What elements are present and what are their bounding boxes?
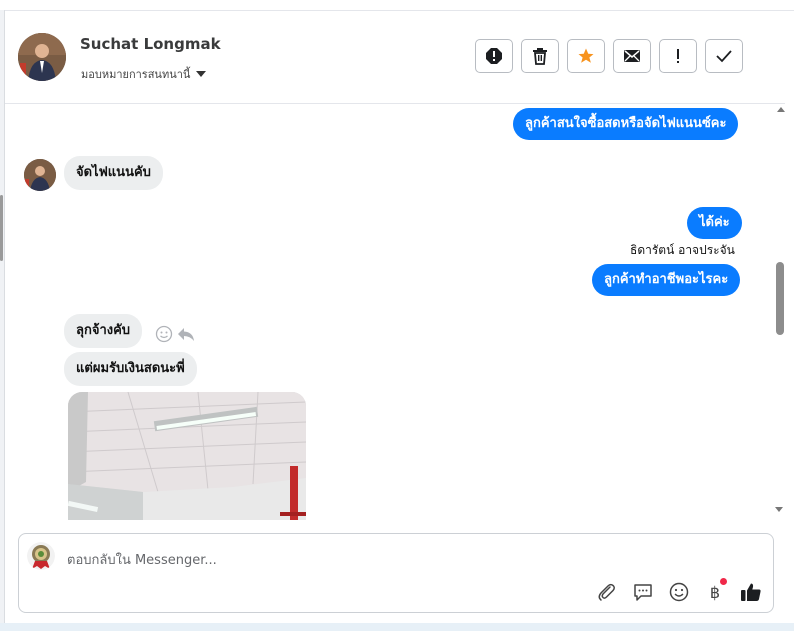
message-outgoing[interactable]: ได้ค่ะ (687, 207, 742, 239)
contact-avatar-small[interactable] (24, 159, 56, 191)
resize-handle[interactable] (0, 195, 3, 261)
scroll-up-arrow[interactable] (777, 107, 785, 112)
reply-icon[interactable] (177, 326, 195, 342)
caret-down-icon (196, 71, 207, 77)
message-incoming[interactable]: แต่ผมรับเงินสดนะพี่ (64, 352, 197, 386)
reply-input[interactable]: ตอบกลับใน Messenger... (67, 549, 217, 570)
payment-button[interactable]: ฿ (703, 578, 727, 604)
attach-icon (598, 583, 615, 601)
attach-button[interactable] (595, 580, 619, 604)
assign-label: มอบหมายการสนทนานี้ (81, 68, 191, 81)
message-incoming[interactable]: จัดไฟแนนคับ (64, 156, 163, 190)
follow-up-button[interactable] (659, 39, 697, 73)
message-sender-name: ธิดารัตน์ อาจประจัน (630, 243, 735, 257)
like-button[interactable] (739, 580, 763, 604)
scroll-down-arrow[interactable] (775, 507, 783, 512)
conversation-header: Suchat Longmak มอบหมายการสนทนานี้ (5, 11, 785, 104)
emoji-button[interactable] (667, 580, 691, 604)
baht-icon: ฿ (709, 582, 721, 602)
delete-button[interactable] (521, 39, 559, 73)
message-outgoing[interactable]: ลูกค้าทำอาชีพอะไรคะ (592, 264, 741, 296)
notification-dot (720, 578, 727, 585)
top-divider (0, 0, 794, 11)
report-icon (486, 48, 502, 64)
header-actions (475, 39, 743, 73)
star-button[interactable] (567, 39, 605, 73)
mark-unread-button[interactable] (613, 39, 651, 73)
page-avatar (27, 542, 55, 570)
chat-icon (634, 584, 652, 601)
star-icon (578, 48, 594, 63)
report-button[interactable] (475, 39, 513, 73)
messenger-window: Suchat Longmak มอบหมายการสนทนานี้ ลูกค้า… (0, 0, 794, 631)
message-thread[interactable]: ลูกค้าสนใจซื้อสดหรือจัดไฟแนนซ์คะ จัดไฟแน… (5, 104, 773, 520)
assign-conversation-dropdown[interactable]: มอบหมายการสนทนานี้ (81, 65, 207, 83)
exclamation-icon (677, 49, 679, 63)
message-actions (155, 325, 195, 343)
composer-tools: ฿ (595, 578, 763, 604)
scrollbar-thumb[interactable] (776, 262, 784, 335)
contact-avatar[interactable] (18, 33, 66, 81)
bottom-edge (0, 623, 794, 631)
message-photo[interactable] (68, 392, 306, 520)
emoji-icon (669, 582, 689, 602)
mark-done-button[interactable] (705, 39, 743, 73)
message-outgoing[interactable]: ลูกค้าสนใจซื้อสดหรือจัดไฟแนนซ์คะ (513, 108, 739, 140)
like-icon (741, 583, 761, 601)
contact-name[interactable]: Suchat Longmak (80, 35, 221, 53)
check-icon (716, 50, 732, 63)
trash-icon (533, 48, 547, 65)
saved-replies-button[interactable] (631, 580, 655, 604)
react-emoji-icon[interactable] (155, 325, 173, 343)
reply-composer[interactable]: ตอบกลับใน Messenger... ฿ (18, 533, 774, 613)
mail-icon (624, 50, 640, 62)
message-incoming[interactable]: ลุกจ้างคับ (64, 314, 143, 348)
